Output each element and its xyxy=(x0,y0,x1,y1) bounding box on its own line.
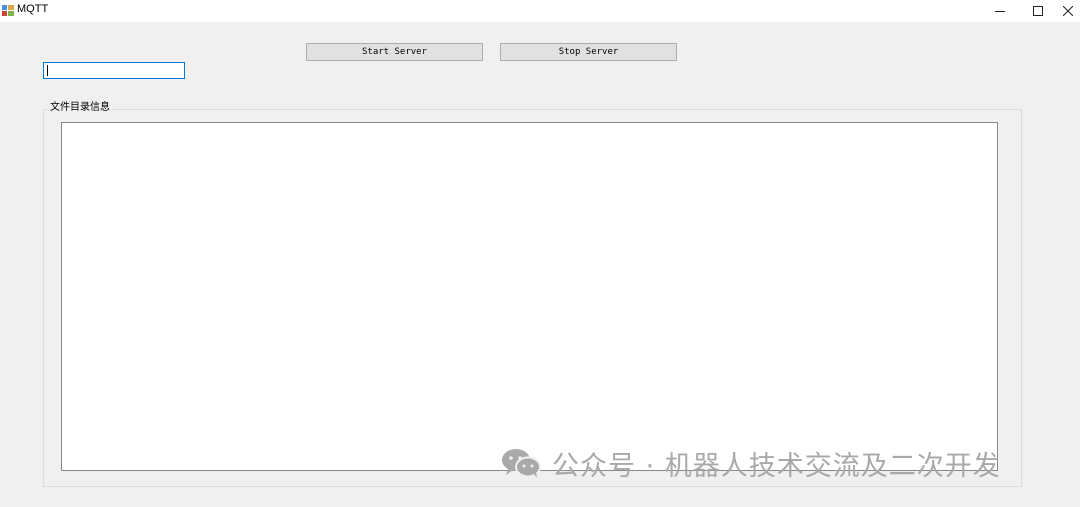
groupbox-label: 文件目录信息 xyxy=(48,101,112,114)
stop-server-button[interactable]: Stop Server xyxy=(500,43,677,61)
wechat-icon xyxy=(502,449,541,478)
file-directory-textarea[interactable] xyxy=(61,122,998,471)
app-icon xyxy=(2,5,14,16)
start-server-button[interactable]: Start Server xyxy=(306,43,483,61)
watermark-text: 公众号 · 机器人技术交流及二次开发 xyxy=(552,450,1001,482)
path-input[interactable] xyxy=(43,62,185,79)
text-caret xyxy=(47,65,48,76)
minimize-button[interactable] xyxy=(980,0,1020,22)
window-title: MQTT xyxy=(17,3,49,15)
title-bar: MQTT xyxy=(0,0,1080,22)
minimize-icon xyxy=(995,11,1005,12)
watermark: 公众号 · 机器人技术交流及二次开发 xyxy=(500,446,1001,482)
maximize-icon xyxy=(1033,6,1043,16)
maximize-button[interactable] xyxy=(1018,0,1058,22)
close-icon xyxy=(1063,6,1073,16)
close-button[interactable] xyxy=(1056,0,1080,22)
